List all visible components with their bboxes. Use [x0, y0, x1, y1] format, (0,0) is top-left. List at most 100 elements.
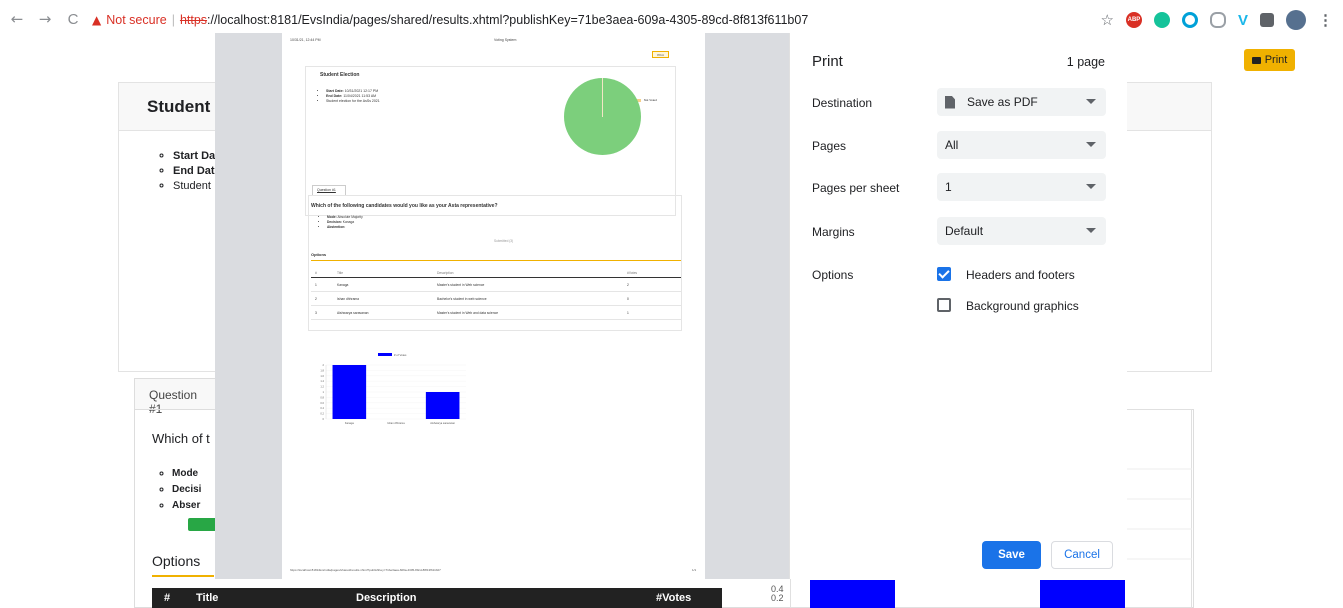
preview-submitted-count: Submitted (3)	[494, 239, 514, 243]
col-title: Title	[333, 269, 433, 278]
background-question-text: Which of t	[152, 431, 210, 446]
url-text: ://localhost:8181/EvsIndia/pages/shared/…	[207, 13, 809, 27]
bg-col-desc: Description	[356, 592, 417, 604]
col-desc: Description	[433, 269, 623, 278]
pages-per-sheet-label: Pages per sheet	[812, 181, 900, 195]
cancel-button[interactable]: Cancel	[1051, 541, 1113, 569]
chart-legend-swatch	[378, 353, 392, 356]
print-preview-page: 10/31/21, 12:44 PM Voting System Print S…	[282, 33, 705, 579]
preview-footer-page: 1/1	[692, 568, 697, 572]
circle-extension-icon[interactable]	[1181, 12, 1198, 28]
chevron-down-icon	[1086, 142, 1096, 147]
preview-detail: Student election for the AsSs 2021	[326, 99, 380, 104]
cell: Ishan dhhrama	[333, 291, 433, 306]
puzzle-icon[interactable]	[1260, 13, 1274, 27]
chevron-down-icon	[1086, 228, 1096, 233]
preview-question-tab: Question #1	[312, 185, 346, 195]
more-menu-icon[interactable]: ⋮	[1318, 11, 1333, 29]
preview-question-details: Mode: Absolute Majority Decision: Kanaga…	[327, 215, 363, 230]
background-graphics-checkbox[interactable]	[937, 298, 951, 312]
save-button[interactable]: Save	[982, 541, 1041, 569]
col-num: #	[311, 269, 333, 278]
bg-axis-tick: 0.2	[771, 593, 784, 603]
pages-per-sheet-value: 1	[945, 180, 952, 194]
background-bar	[810, 580, 895, 608]
pages-per-sheet-select[interactable]: 1	[937, 173, 1106, 201]
preview-q-label: Mode:	[327, 215, 337, 219]
cell: Aishwarya saravanan	[333, 305, 433, 320]
preview-detail-label: Start Date:	[326, 89, 344, 93]
bg-col-title: Title	[196, 592, 219, 604]
dialog-page-count: 1 page	[1066, 55, 1105, 69]
background-question-tab[interactable]: Question #1	[134, 378, 224, 416]
preview-detail-label: End Date:	[326, 94, 343, 98]
options-label: Options	[812, 268, 854, 282]
star-icon[interactable]: ☆	[1101, 11, 1114, 29]
chart-y-tick: 0.2	[320, 412, 324, 416]
dialog-title: Print	[812, 53, 843, 70]
preview-pie-divider	[602, 78, 603, 117]
chart-x-tick: Ishan dhhrama	[387, 421, 405, 425]
background-graphics-label[interactable]: Background graphics	[966, 299, 1079, 313]
margins-select[interactable]: Default	[937, 217, 1106, 245]
preview-title: Student Election	[320, 72, 360, 78]
cell: 3	[311, 305, 333, 320]
headers-footers-checkbox[interactable]	[937, 267, 951, 281]
chart-y-tick: 1.4	[320, 379, 324, 383]
preview-question: Which of the following candidates would …	[311, 203, 498, 209]
destination-select[interactable]: Save as PDF	[937, 88, 1106, 116]
extension-icons: ☆ ABP V ⋮	[1101, 10, 1333, 30]
preview-q-label: Abstention:	[327, 225, 346, 229]
chart-bar	[425, 392, 460, 419]
background-print-button[interactable]: Print	[1244, 49, 1295, 71]
bg-col-num: #	[164, 592, 171, 604]
pages-value: All	[945, 138, 959, 152]
avatar[interactable]	[1286, 10, 1306, 30]
chart-y-tick: 0.4	[320, 406, 324, 410]
pages-select[interactable]: All	[937, 131, 1106, 159]
grammarly-icon[interactable]	[1153, 12, 1170, 28]
cell: 2	[311, 291, 333, 306]
print-dialog: Print 1 page Destination Save as PDF Pag…	[789, 33, 1127, 579]
reload-icon[interactable]: C	[62, 11, 84, 28]
destination-value: Save as PDF	[967, 95, 1038, 109]
bg-col-votes: #Votes	[656, 592, 692, 604]
preview-header-title: Voting System	[494, 38, 517, 42]
chart-y-tick: 0.6	[320, 401, 324, 405]
not-secure-label[interactable]: Not secure	[106, 13, 166, 27]
chevron-down-icon	[1086, 99, 1096, 104]
background-q-detail: Decisi	[172, 482, 201, 498]
headers-footers-label[interactable]: Headers and footers	[966, 268, 1075, 282]
preview-detail-value: 10/31/2021 12:17 PM	[344, 89, 379, 93]
preview-bar-chart: # of Votes 21.8 1.61.4 1.210.8 0.60.4 0.20 Kan…	[320, 353, 466, 425]
chart-y-tick: 2	[323, 363, 325, 367]
table-row: 1 Kanaga Master's student in Web science…	[311, 277, 681, 292]
url-separator: |	[171, 13, 175, 27]
link-extension-icon[interactable]	[1209, 12, 1226, 28]
cell: Master's student in Web science	[433, 277, 623, 292]
cell: Kanaga	[333, 277, 433, 292]
warning-icon: ▲	[92, 13, 102, 27]
preview-print-button: Print	[652, 51, 669, 58]
background-print-label: Print	[1264, 54, 1288, 66]
background-q-detail: Abser	[172, 498, 201, 514]
back-icon[interactable]: ←	[6, 10, 28, 28]
cell: Master's student in Web and data science	[433, 305, 623, 320]
preview-q-detail: Abstention:	[327, 225, 363, 230]
chart-legend-label: # of Votes	[394, 353, 407, 357]
background-bar	[1040, 580, 1125, 608]
preview-detail-value: 11/04/2021 11:53 AM	[343, 94, 377, 98]
chart-y-tick: 1.2	[320, 385, 324, 389]
chevron-down-icon	[1086, 184, 1096, 189]
vimeo-icon[interactable]: V	[1238, 12, 1248, 29]
preview-q-label: Decision:	[327, 220, 342, 224]
cell: Bachelor's student in web science	[433, 291, 623, 306]
cell: 2	[623, 277, 681, 292]
chart-x-tick: Kanaga	[345, 421, 355, 425]
cell: 0	[623, 291, 681, 306]
forward-icon[interactable]: →	[34, 10, 56, 28]
background-options-heading: Options	[152, 553, 214, 577]
chart-y-tick: 1.6	[320, 374, 324, 378]
preview-detail-value: Student election for the AsSs 2021	[326, 99, 380, 103]
adblock-icon[interactable]: ABP	[1125, 12, 1142, 28]
